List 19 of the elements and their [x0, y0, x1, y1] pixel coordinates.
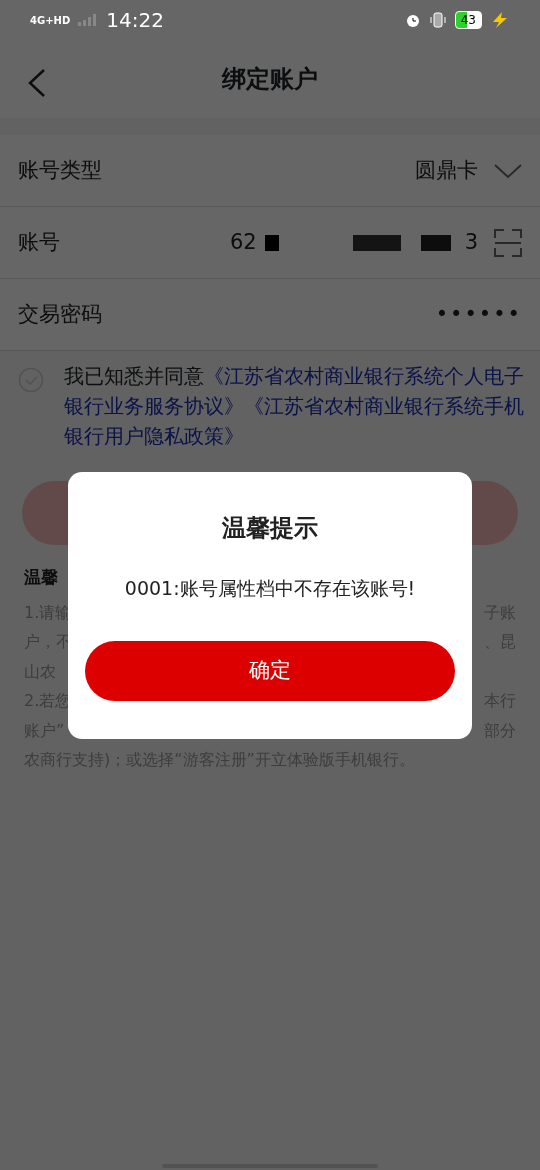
- tips-title: 温馨: [24, 567, 58, 587]
- password-field[interactable]: ••••••: [435, 298, 522, 331]
- dialog-title: 温馨提示: [221, 513, 319, 544]
- select-value[interactable]: 圆鼎卡: [415, 154, 478, 187]
- field-label: 账号: [18, 228, 60, 256]
- field-label: 交易密码: [18, 300, 102, 328]
- scan-icon[interactable]: [494, 226, 522, 259]
- dialog-message: 0001:账号属性档中不存在该账号!: [123, 576, 417, 601]
- vibrate-icon: [428, 12, 447, 28]
- status-time: 14:22: [106, 7, 164, 34]
- account-number: 62: [229, 228, 257, 256]
- alarm-icon: [404, 12, 421, 28]
- agreement-text: 我已知悉并同意《江苏省农村商业银行系统个人电子银行业务服务协议》《江苏省农村商业银行系统手机银行用户隐私政策》: [64, 363, 525, 450]
- network-label: 4G+HD: [30, 13, 71, 28]
- account-number: 3: [464, 228, 478, 256]
- page-title: 绑定账户: [222, 64, 318, 95]
- signal-icon: [78, 14, 99, 26]
- confirm-button[interactable]: 确定: [85, 640, 455, 701]
- field-label: 账号类型: [18, 156, 102, 184]
